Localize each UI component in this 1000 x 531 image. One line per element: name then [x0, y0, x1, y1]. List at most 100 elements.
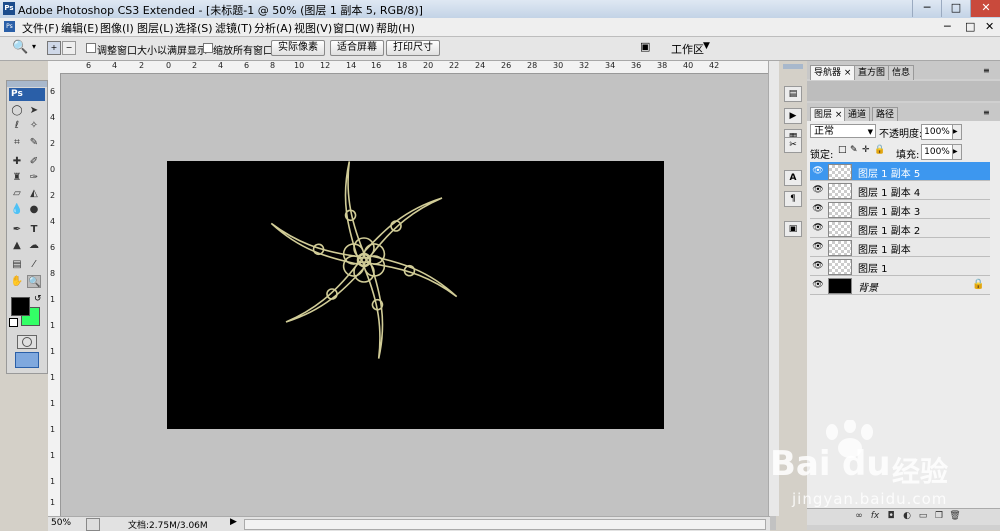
zoom-in-icon[interactable]: +: [47, 41, 61, 55]
status-menu-arrow-icon[interactable]: ▶: [230, 517, 237, 527]
panel-menu-icon[interactable]: ≡: [983, 66, 990, 75]
navigator-dock-icon[interactable]: ▤: [784, 86, 802, 102]
marquee-tool-icon[interactable]: ◯: [10, 104, 24, 117]
lock-position-icon[interactable]: ✛: [862, 145, 870, 155]
layer-row[interactable]: 👁 图层 1 副本 3: [810, 200, 990, 219]
adjustment-layer-icon[interactable]: ◐: [901, 511, 913, 522]
new-layer-icon[interactable]: ❐: [933, 511, 945, 522]
character-dock-icon[interactable]: A: [784, 170, 802, 186]
eye-icon[interactable]: 👁: [812, 222, 824, 234]
dock-header[interactable]: [783, 64, 803, 69]
doc-minimize-button[interactable]: ─: [944, 20, 951, 33]
history-brush-tool-icon[interactable]: ✑: [27, 171, 41, 184]
delete-layer-icon[interactable]: 🗑: [949, 511, 961, 522]
eye-icon[interactable]: 👁: [812, 165, 824, 177]
eye-icon[interactable]: 👁: [812, 184, 824, 196]
foreground-color-swatch[interactable]: [11, 297, 30, 316]
tab-histogram[interactable]: 直方图: [854, 65, 890, 80]
menu-help[interactable]: 帮助(H): [376, 20, 415, 36]
doc-close-button[interactable]: ✕: [985, 20, 994, 33]
layer-row[interactable]: 👁 背景 🔒: [810, 276, 990, 295]
tool-preset-dropdown-icon[interactable]: ▾: [32, 42, 36, 51]
layer-row[interactable]: 👁 图层 1 副本: [810, 238, 990, 257]
eye-icon[interactable]: 👁: [812, 260, 824, 272]
print-size-button[interactable]: 打印尺寸: [386, 40, 440, 56]
eye-icon[interactable]: 👁: [812, 241, 824, 253]
magic-wand-tool-icon[interactable]: ✧: [27, 119, 41, 132]
menu-edit[interactable]: 编辑(E): [61, 20, 99, 36]
layer-style-icon[interactable]: fx: [869, 511, 881, 522]
layer-row[interactable]: 👁 图层 1 副本 4: [810, 181, 990, 200]
minimize-button[interactable]: ─: [912, 0, 941, 17]
stamp-tool-icon[interactable]: ♜: [10, 171, 24, 184]
blend-mode-select[interactable]: 正常 ▼: [810, 124, 876, 138]
lock-transparency-icon[interactable]: □: [838, 145, 847, 155]
tab-channels[interactable]: 通道: [844, 107, 871, 122]
eyedropper-tool-icon[interactable]: ⁄: [27, 258, 41, 271]
hand-tool-icon[interactable]: ✋: [10, 275, 24, 288]
path-selection-tool-icon[interactable]: ▲: [10, 239, 24, 252]
workspace-button[interactable]: 工作区: [671, 41, 704, 57]
horizontal-scrollbar[interactable]: [244, 519, 766, 530]
layer-comps-dock-icon[interactable]: ▣: [784, 221, 802, 237]
actions-dock-icon[interactable]: ▶: [784, 108, 802, 124]
quick-mask-icon[interactable]: [17, 335, 37, 349]
lock-all-icon[interactable]: 🔒: [874, 145, 885, 155]
menu-filter[interactable]: 滤镜(T): [215, 20, 252, 36]
menu-window[interactable]: 窗口(W): [333, 20, 374, 36]
menu-image[interactable]: 图像(I): [100, 20, 134, 36]
blur-tool-icon[interactable]: 💧: [10, 203, 24, 216]
paragraph-dock-icon[interactable]: ¶: [784, 191, 802, 207]
notes-tool-icon[interactable]: ▤: [10, 258, 24, 271]
link-layers-icon[interactable]: ∞: [853, 511, 865, 522]
fit-screen-button[interactable]: 适合屏幕: [330, 40, 384, 56]
default-colors-icon[interactable]: [9, 318, 18, 327]
document-canvas[interactable]: [167, 161, 664, 429]
close-button[interactable]: ✕: [970, 0, 1000, 17]
zoom-tool-icon[interactable]: 🔍: [12, 40, 28, 55]
eye-icon[interactable]: 👁: [812, 203, 824, 215]
status-icon[interactable]: [86, 518, 100, 531]
fill-slider-arrow-icon[interactable]: ▶: [952, 144, 962, 160]
zoom-tool-selected-icon[interactable]: 🔍: [27, 275, 41, 288]
layer-mask-icon[interactable]: ◘: [885, 511, 897, 522]
opacity-input[interactable]: 100%: [921, 124, 953, 140]
healing-brush-tool-icon[interactable]: ✚: [10, 155, 24, 168]
zoom-all-checkbox[interactable]: [203, 43, 213, 53]
eraser-tool-icon[interactable]: ▱: [10, 187, 24, 200]
move-tool-icon[interactable]: ➤: [27, 104, 41, 117]
brush-tool-icon[interactable]: ✐: [27, 155, 41, 168]
paint-bucket-tool-icon[interactable]: ◭: [27, 187, 41, 200]
maximize-button[interactable]: □: [941, 0, 970, 17]
menu-view[interactable]: 视图(V): [294, 20, 332, 36]
eye-icon[interactable]: 👁: [812, 279, 824, 291]
layers-panel-menu-icon[interactable]: ≡: [983, 108, 990, 117]
tab-layers[interactable]: 图层 ×: [810, 107, 847, 122]
fill-input[interactable]: 100%: [921, 144, 953, 160]
opacity-slider-arrow-icon[interactable]: ▶: [952, 124, 962, 140]
actual-pixels-button[interactable]: 实际像素: [271, 40, 325, 56]
layer-row[interactable]: 👁 图层 1 副本 2: [810, 219, 990, 238]
toolbox-header[interactable]: [7, 81, 47, 87]
pen-tool-icon[interactable]: ✒: [10, 223, 24, 236]
resize-windows-checkbox[interactable]: [86, 43, 96, 53]
shape-tool-icon[interactable]: ☁: [27, 239, 41, 252]
lock-pixels-icon[interactable]: ✎: [850, 145, 858, 155]
tab-paths[interactable]: 路径: [872, 107, 899, 122]
tab-navigator[interactable]: 导航器 ×: [810, 65, 856, 80]
new-group-icon[interactable]: ▭: [917, 511, 929, 522]
zoom-level[interactable]: 50%: [51, 518, 71, 528]
menu-layer[interactable]: 图层(L): [137, 20, 174, 36]
type-tool-icon[interactable]: T: [27, 223, 41, 236]
dodge-tool-icon[interactable]: ●: [27, 203, 41, 216]
slice-tool-icon[interactable]: ✎: [27, 136, 41, 149]
lasso-tool-icon[interactable]: ℓ: [10, 119, 24, 132]
swap-colors-icon[interactable]: ↺: [34, 294, 42, 304]
menu-select[interactable]: 选择(S): [175, 20, 213, 36]
screen-mode-icon[interactable]: [15, 352, 39, 368]
bridge-icon[interactable]: ▣: [640, 40, 658, 54]
menu-file[interactable]: 文件(F): [22, 20, 59, 36]
zoom-out-icon[interactable]: −: [62, 41, 76, 55]
workspace-dropdown-icon[interactable]: ▼: [703, 41, 710, 51]
tools-preset-dock-icon[interactable]: ✂: [784, 137, 802, 153]
